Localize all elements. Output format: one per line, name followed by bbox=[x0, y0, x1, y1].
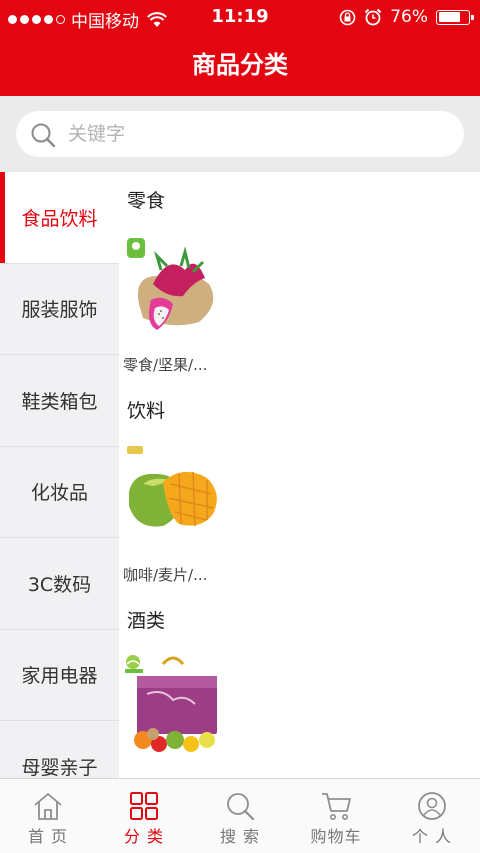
category-content: 零食 零食/坚果/... 饮料 咖啡/麦片/... 酒类 bbox=[119, 172, 480, 778]
fruit-gift-box-image bbox=[125, 655, 217, 752]
sidebar-item-clothing[interactable]: 服装服饰 bbox=[0, 264, 119, 355]
sidebar-item-label: 3C数码 bbox=[27, 573, 92, 596]
tab-profile[interactable]: 个 人 bbox=[384, 779, 480, 853]
search-area bbox=[0, 96, 480, 172]
sidebar-item-label: 食品饮料 bbox=[21, 207, 98, 230]
search-box[interactable] bbox=[16, 111, 464, 157]
search-icon bbox=[31, 123, 56, 148]
tab-label: 首 页 bbox=[27, 827, 69, 846]
sidebar-item-label: 鞋类箱包 bbox=[21, 390, 98, 413]
home-icon bbox=[34, 792, 62, 820]
search-icon bbox=[227, 793, 255, 821]
tab-label: 个 人 bbox=[411, 827, 453, 846]
section-title: 零食 bbox=[127, 190, 166, 212]
tab-label: 购物车 bbox=[310, 827, 362, 846]
sidebar-item-label: 母婴亲子 bbox=[21, 756, 98, 778]
battery-fill bbox=[438, 12, 460, 22]
sidebar-item-label: 服装服饰 bbox=[21, 299, 98, 322]
dragon-fruit-image bbox=[127, 238, 214, 330]
page-title: 商品分类 bbox=[192, 51, 288, 79]
tab-label: 搜 索 bbox=[219, 827, 261, 846]
section-title: 饮料 bbox=[127, 400, 166, 422]
cart-icon bbox=[322, 793, 351, 820]
section-title: 酒类 bbox=[127, 610, 166, 632]
user-icon bbox=[418, 792, 446, 820]
sidebar-item-label: 家用电器 bbox=[21, 665, 98, 688]
sidebar-item-cosmetics[interactable]: 化妆品 bbox=[0, 447, 119, 538]
battery-percent: 76% bbox=[390, 7, 428, 27]
product-card[interactable] bbox=[123, 654, 233, 774]
sidebar-item-food-drinks[interactable]: 食品饮料 bbox=[0, 172, 119, 264]
section-liquor: 酒类 bbox=[119, 592, 480, 778]
product-card[interactable]: 咖啡/麦片/... bbox=[123, 444, 233, 585]
mango-image bbox=[127, 446, 217, 527]
status-bar: 中国移动 11:19 76% bbox=[0, 0, 480, 34]
nav-bar: 商品分类 bbox=[0, 34, 480, 96]
tab-search[interactable]: 搜 索 bbox=[192, 779, 288, 853]
section-snacks: 零食 零食/坚果/... bbox=[119, 172, 480, 382]
tab-bar: 首 页 分 类 搜 索 购物车 个 人 bbox=[0, 778, 480, 853]
category-sidebar: 食品饮料 服装服饰 鞋类箱包 化妆品 3C数码 家用电器 母婴亲子 bbox=[0, 172, 119, 778]
section-drinks: 饮料 咖啡/麦片/... bbox=[119, 382, 480, 592]
sidebar-item-3c-digital[interactable]: 3C数码 bbox=[0, 538, 119, 630]
tab-home[interactable]: 首 页 bbox=[0, 779, 96, 853]
product-card[interactable]: 零食/坚果/... bbox=[123, 234, 233, 375]
sidebar-item-shoes-bags[interactable]: 鞋类箱包 bbox=[0, 355, 119, 447]
tab-cart[interactable]: 购物车 bbox=[288, 779, 384, 853]
search-input[interactable] bbox=[68, 111, 448, 157]
status-right-group: 76% bbox=[339, 7, 474, 27]
battery-icon bbox=[436, 9, 474, 25]
alarm-icon bbox=[364, 8, 382, 26]
product-name: 咖啡/麦片/... bbox=[123, 566, 208, 584]
rotation-lock-icon bbox=[339, 9, 356, 25]
tab-category[interactable]: 分 类 bbox=[96, 779, 192, 853]
grid-icon bbox=[130, 792, 158, 820]
sidebar-item-label: 化妆品 bbox=[30, 482, 88, 505]
product-name: 零食/坚果/... bbox=[123, 356, 208, 374]
sidebar-item-appliances[interactable]: 家用电器 bbox=[0, 630, 119, 721]
sidebar-item-mother-baby[interactable]: 母婴亲子 bbox=[0, 721, 119, 778]
tab-label: 分 类 bbox=[123, 827, 165, 846]
